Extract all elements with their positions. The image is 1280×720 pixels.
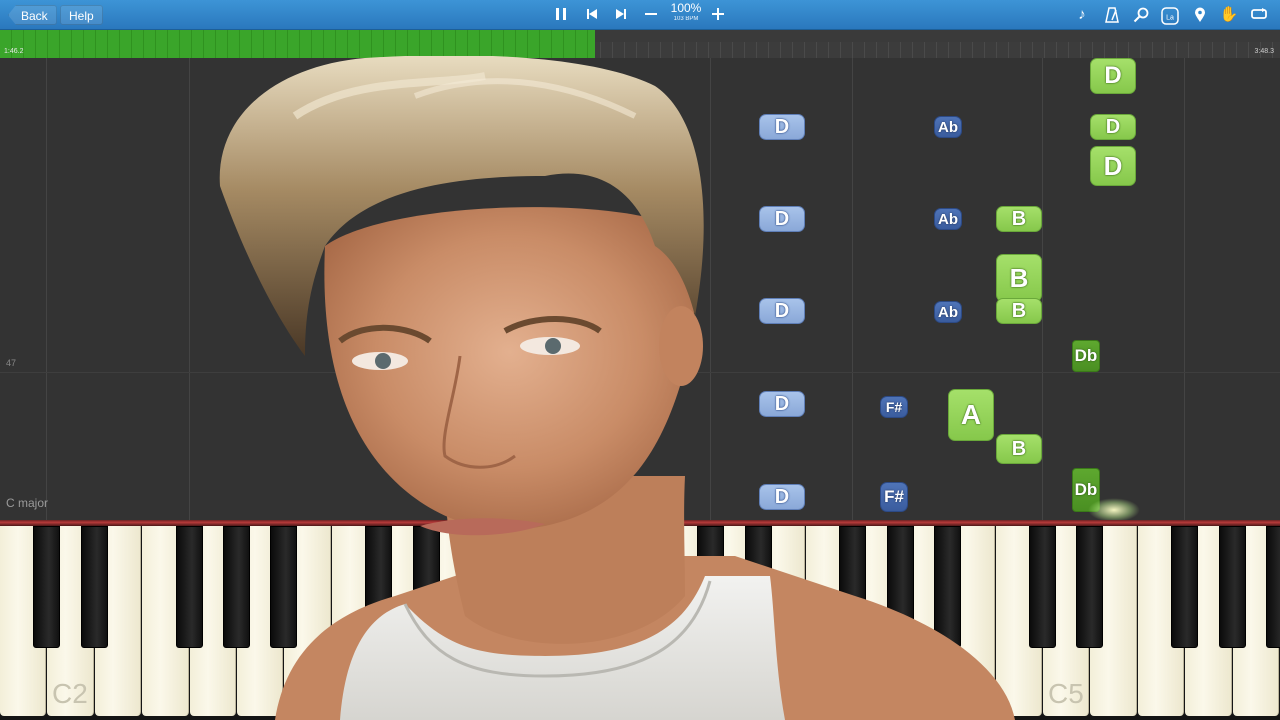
synthesia-window: Back Help 100% 103 BPM ♪ La ✋ 1:46.2 3:4… xyxy=(0,0,1280,720)
grid-line xyxy=(189,58,190,520)
progress-fill xyxy=(0,30,596,58)
song-progress-bar[interactable]: 1:46.2 3:48.3 xyxy=(0,30,1280,58)
search-icon[interactable] xyxy=(1130,4,1152,26)
grid-line xyxy=(1184,58,1185,520)
black-key[interactable] xyxy=(1266,526,1280,648)
svg-text:La: La xyxy=(1166,15,1174,22)
metronome-icon[interactable] xyxy=(1101,4,1123,26)
falling-note: Db xyxy=(1072,340,1100,372)
skip-back-icon[interactable] xyxy=(581,4,603,26)
key-press-glow xyxy=(1088,498,1140,520)
loop-icon[interactable] xyxy=(1248,4,1270,26)
black-key[interactable] xyxy=(1028,526,1056,648)
help-button[interactable]: Help xyxy=(60,5,103,25)
speed-bpm: 103 BPM xyxy=(673,16,699,22)
falling-note: D xyxy=(1090,114,1136,140)
label-icon[interactable]: La xyxy=(1159,4,1181,26)
plus-icon[interactable] xyxy=(707,4,729,26)
minus-icon[interactable] xyxy=(640,4,662,26)
black-key[interactable] xyxy=(1171,526,1199,648)
key-label-c5: C5 xyxy=(1048,678,1084,709)
total-time: 3:48.3 xyxy=(1254,48,1274,55)
elapsed-time: 1:46.2 xyxy=(4,48,24,55)
grid-line xyxy=(46,58,47,520)
black-key[interactable] xyxy=(1218,526,1246,648)
hand-icon[interactable]: ✋ xyxy=(1218,4,1240,26)
falling-note: D xyxy=(1090,58,1136,94)
speed-display: 100% 103 BPM xyxy=(668,2,704,23)
pause-icon[interactable] xyxy=(550,4,572,26)
black-key[interactable] xyxy=(80,526,108,648)
note-icon[interactable]: ♪ xyxy=(1071,4,1093,26)
back-button[interactable]: Back xyxy=(8,5,57,25)
skip-forward-icon[interactable] xyxy=(610,4,632,26)
key-label-c2: C2 xyxy=(52,678,88,709)
marker-icon[interactable] xyxy=(1189,4,1211,26)
black-key[interactable] xyxy=(175,526,203,648)
falling-note: D xyxy=(1090,146,1136,186)
measure-number: 47 xyxy=(6,358,17,368)
key-signature: C major xyxy=(6,496,49,510)
black-key[interactable] xyxy=(33,526,61,648)
black-key[interactable] xyxy=(1076,526,1104,648)
toolbar: Back Help 100% 103 BPM ♪ La ✋ xyxy=(0,0,1280,30)
portrait-photo-overlay xyxy=(219,56,1015,720)
speed-percent: 100% xyxy=(670,1,702,15)
grid-line xyxy=(1042,58,1043,520)
